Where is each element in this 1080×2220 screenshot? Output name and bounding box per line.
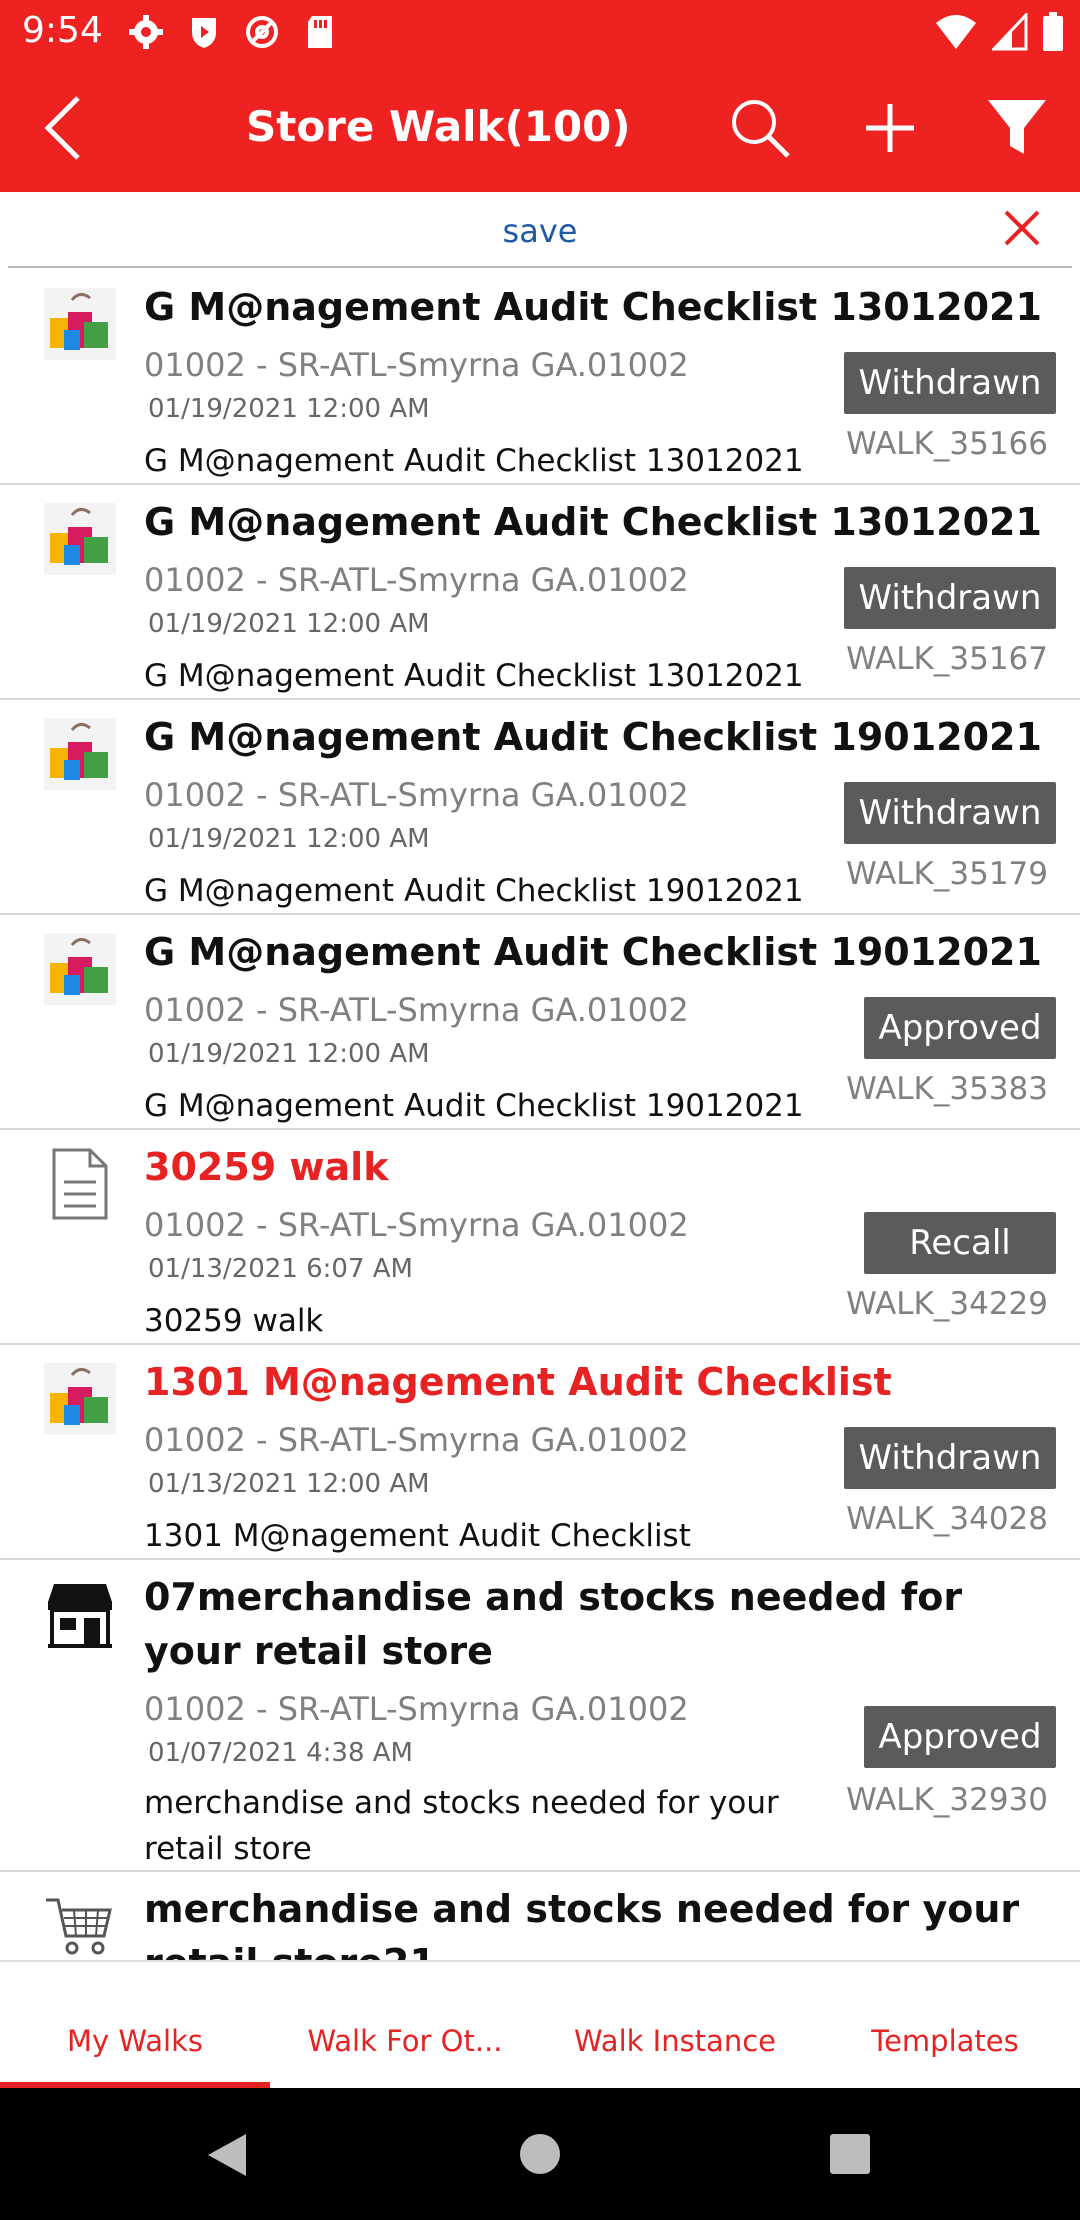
walk-description: G M@nagement Audit Checklist 19012021 [144, 873, 804, 909]
walk-title: G M@nagement Audit Checklist 13012021 [144, 500, 1042, 544]
shield-play-icon [184, 12, 224, 52]
walk-title: G M@nagement Audit Checklist 19012021 [144, 715, 1042, 759]
cell-signal-icon [990, 11, 1028, 56]
walk-id: WALK_32930 [846, 1782, 1048, 1818]
walk-id: WALK_35166 [846, 426, 1048, 462]
settings-gear-icon [126, 12, 166, 52]
status-badge[interactable]: Approved [864, 1706, 1056, 1768]
shopping-bags-icon [44, 718, 116, 790]
page-title: Store Walk(100) [246, 102, 631, 151]
tab-my-walks[interactable]: My Walks [0, 1962, 270, 2088]
tab-walk-instance[interactable]: Walk Instance [540, 1962, 810, 2088]
recall-button[interactable]: Recall [864, 1212, 1056, 1274]
status-badge[interactable]: Withdrawn [844, 1427, 1056, 1489]
walk-date: 01/07/2021 4:38 AM [148, 1738, 413, 1768]
save-button[interactable]: save [8, 212, 1072, 250]
walk-store: 01002 - SR-ATL-Smyrna GA.01002 [144, 561, 689, 599]
add-button[interactable] [862, 96, 918, 160]
shopping-bags-icon [44, 503, 116, 575]
walk-list[interactable]: G M@nagement Audit Checklist 13012021 01… [0, 270, 1080, 1960]
nav-recents-button[interactable] [830, 2134, 870, 2174]
close-button[interactable] [1002, 208, 1042, 248]
walk-date: 01/13/2021 12:00 AM [148, 1469, 430, 1499]
walk-description: G M@nagement Audit Checklist 13012021 [144, 658, 804, 694]
walk-store: 01002 - SR-ATL-Smyrna GA.01002 [144, 346, 689, 384]
walk-title: merchandise and stocks needed for your r… [144, 1887, 1020, 1960]
walk-description: 1301 M@nagement Audit Checklist [144, 1518, 691, 1554]
walk-id: WALK_34028 [846, 1501, 1048, 1537]
close-icon [1004, 210, 1040, 246]
triangle-back-icon [208, 2134, 246, 2176]
tab-walk-for-others[interactable]: Walk For Ot... [270, 1962, 540, 2088]
status-icons-right [934, 11, 1064, 57]
nav-home-button[interactable] [520, 2134, 560, 2174]
walk-list-item[interactable]: 1301 M@nagement Audit Checklist 01002 - … [0, 1345, 1080, 1560]
walk-list-item[interactable]: G M@nagement Audit Checklist 19012021 01… [0, 915, 1080, 1130]
filter-button[interactable] [986, 96, 1048, 160]
at-sign-icon [242, 12, 282, 52]
walk-title: G M@nagement Audit Checklist 13012021 [144, 285, 1042, 329]
search-button[interactable] [728, 96, 792, 160]
walk-id: WALK_35383 [846, 1071, 1048, 1107]
walk-date: 01/19/2021 12:00 AM [148, 394, 430, 424]
battery-icon [1042, 12, 1064, 57]
shopping-cart-icon [44, 1890, 116, 1960]
shopping-bags-icon [44, 933, 116, 1005]
walk-store: 01002 - SR-ATL-Smyrna GA.01002 [144, 1421, 689, 1459]
save-bar: save [8, 192, 1072, 268]
walk-list-item[interactable]: G M@nagement Audit Checklist 13012021 01… [0, 270, 1080, 485]
status-bar: 9:54 [0, 0, 1080, 64]
search-icon [732, 100, 790, 158]
status-badge[interactable]: Withdrawn [844, 782, 1056, 844]
shopping-bags-icon [44, 288, 116, 360]
walk-description: merchandise and stocks needed for your r… [144, 1785, 779, 1867]
bottom-tab-bar: My Walks Walk For Ot... Walk Instance Te… [0, 1960, 1080, 2088]
shopping-bags-icon [44, 1363, 116, 1435]
walk-store: 01002 - SR-ATL-Smyrna GA.01002 [144, 991, 689, 1029]
walk-date: 01/19/2021 12:00 AM [148, 1039, 430, 1069]
walk-list-item[interactable]: 07merchandise and stocks needed for your… [0, 1560, 1080, 1872]
walk-id: WALK_35167 [846, 641, 1048, 677]
walk-description: 30259 walk [144, 1303, 324, 1339]
nav-back-button[interactable] [206, 2132, 248, 2183]
walk-list-item[interactable]: G M@nagement Audit Checklist 19012021 01… [0, 700, 1080, 915]
walk-store: 01002 - SR-ATL-Smyrna GA.01002 [144, 776, 689, 814]
plus-icon [866, 104, 914, 152]
app-bar: Store Walk(100) [0, 64, 1080, 192]
chevron-left-icon [44, 96, 80, 160]
status-badge[interactable]: Withdrawn [844, 567, 1056, 629]
walk-id: WALK_35179 [846, 856, 1048, 892]
walk-list-item[interactable]: 30259 walk 01002 - SR-ATL-Smyrna GA.0100… [0, 1130, 1080, 1345]
walk-store: 01002 - SR-ATL-Smyrna GA.01002 [144, 1690, 689, 1728]
walk-store: 01002 - SR-ATL-Smyrna GA.01002 [144, 1206, 689, 1244]
walk-date: 01/19/2021 12:00 AM [148, 609, 430, 639]
storefront-icon [44, 1578, 116, 1650]
status-time: 9:54 [22, 10, 103, 51]
status-badge[interactable]: Withdrawn [844, 352, 1056, 414]
tab-templates[interactable]: Templates [810, 1962, 1080, 2088]
walk-date: 01/13/2021 6:07 AM [148, 1254, 413, 1284]
walk-description: G M@nagement Audit Checklist 13012021 [144, 443, 804, 479]
walk-list-item[interactable]: merchandise and stocks needed for your r… [0, 1872, 1080, 1960]
walk-title: G M@nagement Audit Checklist 19012021 [144, 930, 1042, 974]
sd-card-icon [300, 12, 340, 52]
status-badge[interactable]: Approved [864, 997, 1056, 1059]
system-nav-bar [0, 2088, 1080, 2220]
walk-title: 30259 walk [144, 1145, 389, 1189]
walk-id: WALK_34229 [846, 1286, 1048, 1322]
walk-list-item[interactable]: G M@nagement Audit Checklist 13012021 01… [0, 485, 1080, 700]
status-icons-left [126, 12, 340, 52]
filter-funnel-icon [988, 100, 1046, 154]
walk-description: G M@nagement Audit Checklist 19012021 [144, 1088, 804, 1124]
back-button[interactable] [36, 92, 96, 164]
document-icon [44, 1148, 116, 1220]
walk-title: 1301 M@nagement Audit Checklist [144, 1360, 892, 1404]
wifi-icon [934, 13, 978, 56]
walk-date: 01/19/2021 12:00 AM [148, 824, 430, 854]
walk-title: 07merchandise and stocks needed for your… [144, 1575, 963, 1673]
